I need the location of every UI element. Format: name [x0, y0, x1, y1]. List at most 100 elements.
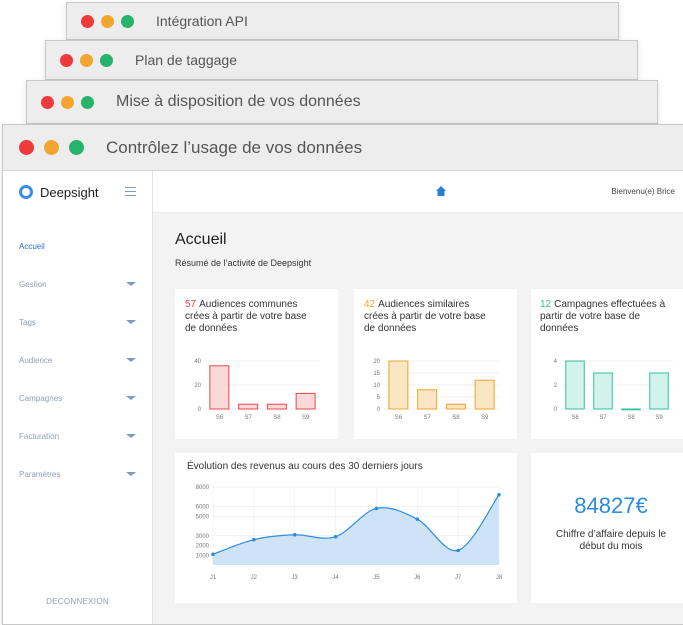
chevron-down-icon: [126, 434, 136, 438]
maximize-dot-icon[interactable]: [81, 95, 94, 109]
chevron-down-icon: [126, 396, 136, 400]
stat-card-campagnes: 12 Campagnes effectuées à partir de votre…: [531, 289, 683, 439]
bar: [417, 389, 438, 410]
sidebar-nav: Accueil Gestion Tags Audience Campagnes …: [3, 227, 152, 493]
bar: [388, 360, 409, 410]
x-tick-label: S6: [216, 415, 224, 421]
sidebar-item-label: Facturation: [19, 431, 60, 441]
y-tick-label: 40: [194, 359, 201, 365]
brand-name: Deepsight: [40, 184, 99, 200]
stat-card-audiences-communes: 57 Audiences communes crées à partir de v…: [175, 289, 338, 439]
deepsight-logo-icon: [19, 185, 33, 199]
window-controle-usage: Contrôlez l’usage de vos données Deepsig…: [2, 124, 683, 625]
revenue-total-label-line: début du mois: [579, 541, 643, 552]
x-tick-label: S9: [302, 415, 310, 421]
page-title: Accueil: [175, 231, 227, 248]
x-tick-label: S8: [627, 415, 635, 421]
hamburger-menu-icon[interactable]: [125, 187, 136, 199]
revenue-total-value: 84827€: [574, 493, 648, 518]
stat-number: 12: [540, 299, 552, 310]
maximize-dot-icon[interactable]: [69, 140, 84, 155]
data-point: [333, 534, 338, 539]
welcome-text[interactable]: Bienvenu(e) Brice: [611, 187, 675, 196]
y-tick-label: 2: [554, 383, 558, 389]
close-dot-icon[interactable]: [81, 14, 94, 28]
y-tick-label: 5: [377, 395, 381, 401]
window-titlebar[interactable]: Plan de taggage: [46, 41, 637, 79]
stat-line: Audiences similaires: [378, 299, 470, 310]
maximize-dot-icon[interactable]: [121, 14, 134, 28]
sidebar-item-label: Accueil: [19, 241, 45, 251]
sidebar-item-label: Audience: [19, 355, 53, 365]
data-point: [415, 517, 420, 521]
y-tick-label: 0: [554, 407, 558, 413]
x-tick-label: J7: [455, 575, 462, 581]
app: Deepsight Accueil Gestion Tags Audience …: [3, 171, 683, 624]
x-tick-label: S6: [395, 415, 403, 421]
sidebar-item-audience[interactable]: Audience: [3, 341, 152, 379]
close-dot-icon[interactable]: [60, 53, 73, 67]
bar: [238, 403, 259, 410]
minimize-dot-icon[interactable]: [101, 14, 114, 28]
y-tick-label: 20: [194, 383, 201, 389]
window-title: Intégration API: [156, 13, 248, 29]
sidebar-item-accueil[interactable]: Accueil: [3, 227, 152, 265]
x-tick-label: J3: [292, 575, 299, 581]
stat-text: 57 Audiences communes crées à partir de v…: [185, 299, 307, 335]
x-tick-label: S9: [655, 415, 663, 421]
window-title: Mise à disposition de vos données: [116, 93, 361, 110]
maximize-dot-icon[interactable]: [100, 53, 113, 67]
close-dot-icon[interactable]: [41, 95, 54, 109]
window-integration-api[interactable]: Intégration API: [66, 2, 619, 40]
window-mise-a-disposition[interactable]: Mise à disposition de vos données: [26, 80, 658, 124]
data-point: [211, 552, 215, 557]
y-tick-label: 3000: [196, 534, 210, 540]
y-tick-label: 1000: [196, 553, 210, 559]
sidebar-item-label: Paramètres: [19, 469, 61, 479]
stat-number: 42: [364, 299, 376, 310]
page-subtitle: Résumé de l’activité de Deepsight: [175, 258, 312, 268]
y-tick-label: 5000: [196, 514, 210, 520]
bar: [295, 392, 316, 410]
area-fill: [213, 494, 499, 565]
minimize-dot-icon[interactable]: [61, 95, 74, 109]
sidebar-item-facturation[interactable]: Facturation: [3, 417, 152, 455]
stat-line: de données: [185, 323, 238, 334]
home-icon[interactable]: [435, 185, 447, 197]
bar: [621, 408, 641, 411]
minimize-dot-icon[interactable]: [80, 53, 93, 67]
data-point: [456, 548, 460, 553]
stat-line: crées à partir de votre base: [185, 311, 307, 322]
x-tick-label: J2: [251, 575, 258, 581]
bar: [474, 379, 495, 410]
topbar: Bienvenu(e) Brice: [153, 171, 683, 213]
x-tick-label: S8: [452, 415, 460, 421]
bar-chart-audiences-similaires: 20 15 10 5 0 S6 S7 S8 S9: [373, 359, 499, 421]
x-tick-label: J6: [414, 575, 421, 581]
window-titlebar[interactable]: Contrôlez l’usage de vos données: [3, 125, 683, 171]
sidebar-item-tags[interactable]: Tags: [3, 303, 152, 341]
data-point: [292, 532, 297, 537]
bar: [593, 372, 613, 410]
sidebar-item-gestion[interactable]: Gestion: [3, 265, 152, 303]
logout-button[interactable]: DECONNEXION: [3, 597, 152, 606]
sidebar-item-label: Gestion: [19, 279, 47, 289]
chevron-down-icon: [126, 320, 136, 324]
minimize-dot-icon[interactable]: [44, 140, 59, 155]
x-tick-label: S7: [244, 415, 252, 421]
bar: [266, 403, 287, 410]
sidebar-item-campagnes[interactable]: Campagnes: [3, 379, 152, 417]
revenue-total-label: Chiffre d’affaire depuis le début du moi…: [531, 529, 683, 553]
x-tick-label: J5: [373, 575, 380, 581]
sidebar-item-parametres[interactable]: Paramètres: [3, 455, 152, 493]
y-tick-label: 4: [554, 359, 558, 365]
stat-card-audiences-similaires: 42 Audiences similaires crées à partir de…: [354, 289, 517, 439]
revenue-title: Évolution des revenus au cours des 30 de…: [187, 461, 423, 472]
x-tick-label: S6: [571, 415, 579, 421]
window-titlebar[interactable]: Intégration API: [67, 3, 618, 39]
window-titlebar[interactable]: Mise à disposition de vos données: [27, 81, 657, 123]
y-tick-label: 0: [198, 407, 202, 413]
window-plan-taggage[interactable]: Plan de taggage: [45, 40, 638, 80]
close-dot-icon[interactable]: [19, 140, 34, 155]
bar: [445, 403, 466, 410]
